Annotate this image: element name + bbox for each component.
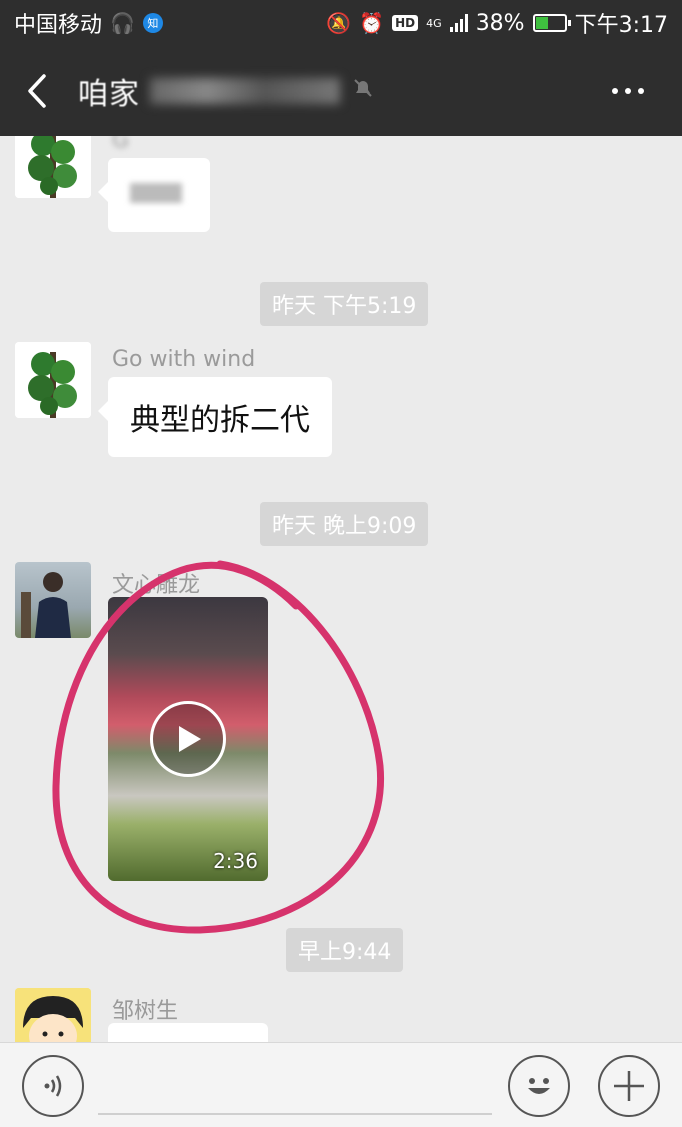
more-options-icon[interactable] bbox=[612, 88, 662, 94]
message-input[interactable] bbox=[98, 1053, 492, 1115]
mute-icon: 🔕 bbox=[326, 11, 352, 35]
signal-icon bbox=[449, 14, 468, 32]
sender-name: Go with wind bbox=[112, 347, 256, 372]
message-bubble[interactable]: 典型的拆二代 bbox=[98, 377, 332, 457]
play-icon[interactable] bbox=[150, 701, 226, 777]
timestamp: 早上9:44 bbox=[286, 928, 404, 972]
plus-button[interactable] bbox=[598, 1055, 660, 1117]
chat-title: 咱家 bbox=[78, 77, 140, 112]
emoji-button[interactable] bbox=[508, 1055, 570, 1117]
voice-button[interactable] bbox=[22, 1055, 84, 1117]
sender-name: 邹树生 bbox=[112, 999, 179, 1024]
network-label: 4G bbox=[426, 16, 442, 30]
avatar-cartoon-girl[interactable] bbox=[15, 988, 91, 1042]
status-bar: 中国移动 🎧 知 🔕 ⏰ HD 4G 38% 下午3:17 bbox=[0, 0, 682, 46]
avatar-tree[interactable] bbox=[15, 136, 91, 198]
battery-icon bbox=[532, 14, 571, 32]
back-icon[interactable] bbox=[20, 66, 54, 116]
timestamp: 昨天 晚上9:09 bbox=[260, 502, 429, 546]
sender-name: G bbox=[112, 136, 130, 153]
redacted-text bbox=[130, 183, 182, 203]
message-bubble[interactable] bbox=[108, 1023, 268, 1042]
alarm-icon: ⏰ bbox=[359, 11, 385, 35]
message-bubble[interactable] bbox=[98, 158, 210, 232]
hd-badge: HD bbox=[392, 15, 419, 31]
message-list[interactable]: G 昨天 下午5:19 Go with wind 典型的拆二代 昨天 晚上9:0… bbox=[0, 136, 682, 1042]
zhi-app-icon: 知 bbox=[142, 13, 163, 33]
message-text: 典型的拆二代 bbox=[130, 403, 310, 438]
headset-icon: 🎧 bbox=[110, 11, 135, 35]
avatar-man[interactable] bbox=[15, 562, 91, 638]
redacted-title bbox=[150, 78, 340, 104]
chat-header: 咱家 bbox=[0, 46, 682, 136]
plus-icon bbox=[614, 1071, 644, 1101]
avatar-tree[interactable] bbox=[15, 342, 91, 418]
input-bar bbox=[0, 1042, 682, 1127]
chat-mute-icon bbox=[352, 77, 374, 105]
video-duration: 2:36 bbox=[213, 849, 258, 873]
carrier-label: 中国移动 bbox=[14, 13, 103, 38]
voice-icon bbox=[44, 1075, 62, 1097]
video-message[interactable]: 2:36 bbox=[108, 597, 268, 881]
clock: 下午3:17 bbox=[574, 13, 668, 38]
battery-percent: 38% bbox=[475, 10, 525, 36]
sender-name: 文心雕龙 bbox=[112, 573, 201, 598]
emoji-icon bbox=[528, 1078, 550, 1094]
timestamp: 昨天 下午5:19 bbox=[260, 282, 429, 326]
